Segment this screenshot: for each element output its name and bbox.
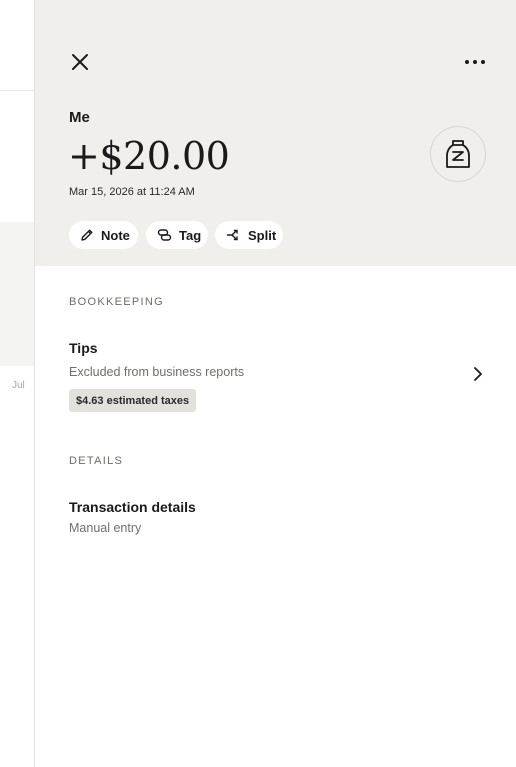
transaction-date: Mar 15, 2026 at 11:24 AM <box>69 186 195 198</box>
background-chart-area <box>0 222 34 366</box>
merchant-avatar <box>430 126 486 182</box>
estimated-taxes-badge: $4.63 estimated taxes <box>69 389 197 412</box>
close-icon <box>72 54 88 70</box>
split-icon <box>226 229 238 241</box>
panel-header: Me +$20.00 Mar 15, 2026 at 11:24 AM Note… <box>35 0 516 266</box>
tag-button-label: Tag <box>179 227 202 243</box>
transaction-details-title: Transaction details <box>69 499 196 515</box>
split-button[interactable]: Split <box>215 221 283 249</box>
tag-icon <box>157 229 172 241</box>
bookkeeping-section-label: BOOKKEEPING <box>69 296 164 308</box>
transaction-detail-panel: Me +$20.00 Mar 15, 2026 at 11:24 AM Note… <box>34 0 516 767</box>
more-horizontal-icon <box>465 60 485 64</box>
category-description: Excluded from business reports <box>69 365 245 379</box>
payee-name: Me <box>69 109 90 126</box>
background-divider <box>0 90 34 91</box>
category-name: Tips <box>69 340 98 356</box>
transaction-details-subtitle: Manual entry <box>69 521 142 535</box>
pencil-icon <box>81 229 93 241</box>
note-button[interactable]: Note <box>69 221 138 249</box>
split-button-label: Split <box>248 227 277 243</box>
shopping-bag-icon <box>446 140 470 168</box>
background-month-label: Jul <box>12 380 25 391</box>
chevron-right-icon <box>474 367 482 381</box>
more-options-button[interactable] <box>461 52 489 72</box>
details-section-label: DETAILS <box>69 455 124 467</box>
background-app: Jul <box>0 0 34 767</box>
tag-button[interactable]: Tag <box>146 221 208 249</box>
note-button-label: Note <box>101 227 130 243</box>
transaction-amount: +$20.00 <box>68 134 230 178</box>
close-button[interactable] <box>68 50 92 74</box>
